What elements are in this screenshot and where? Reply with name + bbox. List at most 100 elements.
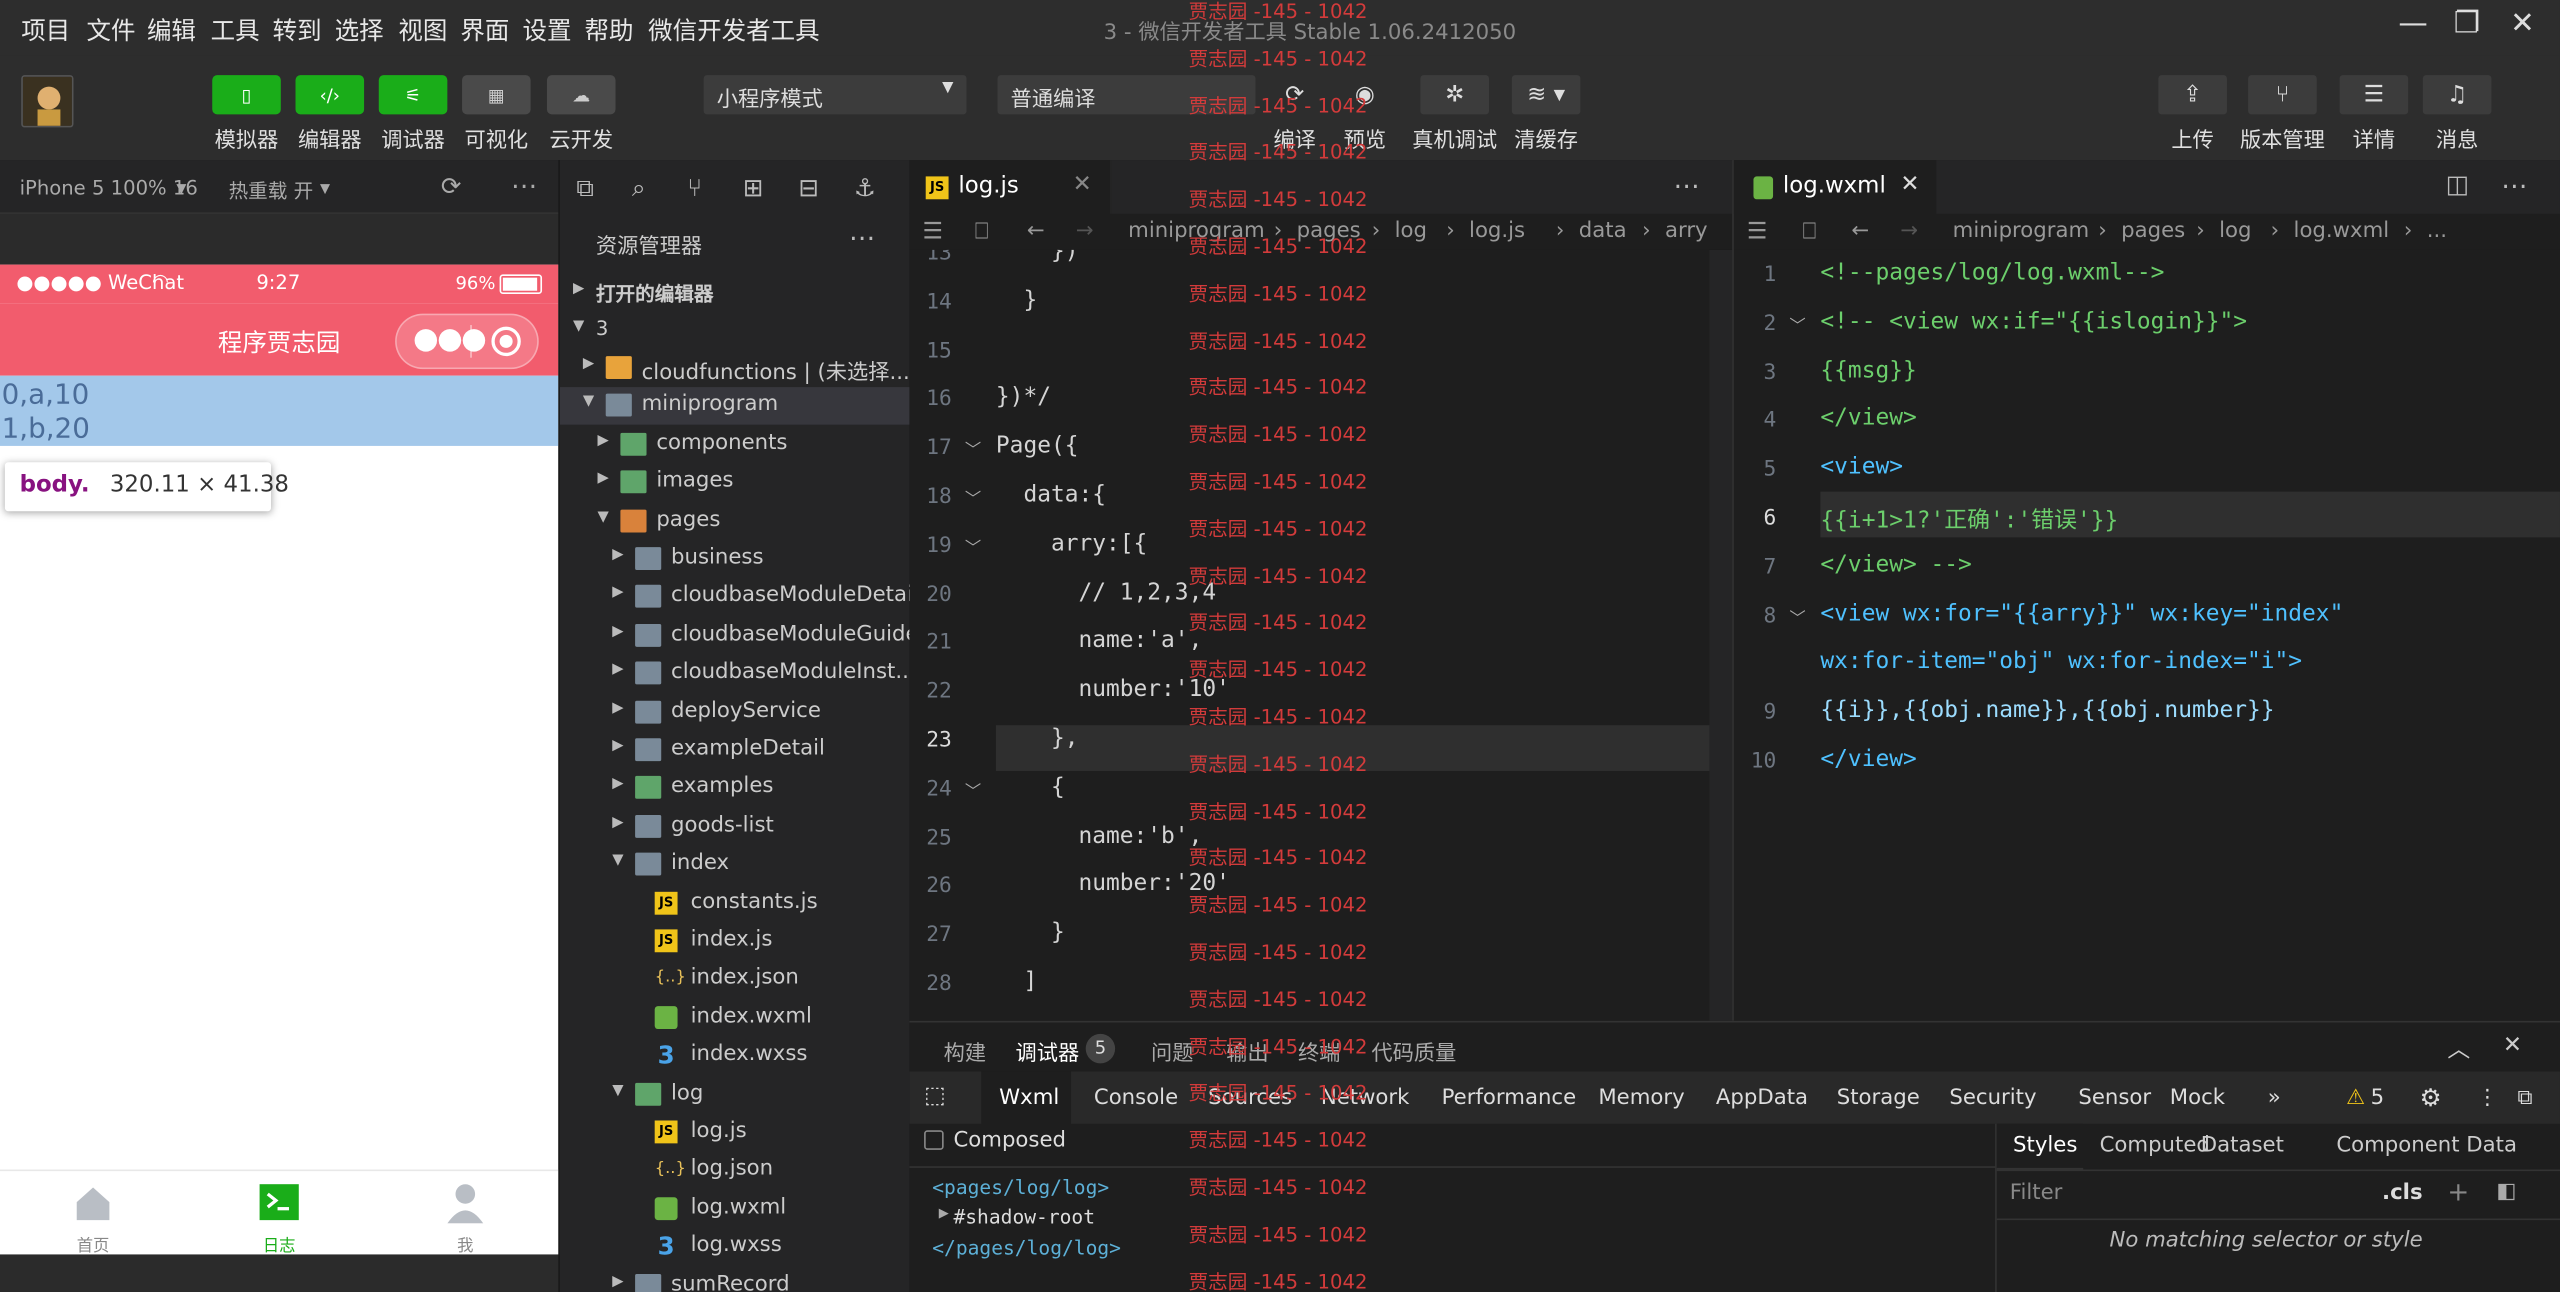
tab-log-wxml[interactable]: log.wxml ✕ — [1733, 160, 1937, 214]
tree-item[interactable]: log.wxml — [560, 1190, 911, 1228]
breadcrumb-item[interactable]: miniprogram — [1953, 219, 2090, 244]
rotate-icon[interactable]: ⟳ — [441, 172, 462, 201]
devtools-tab-console[interactable]: Console — [1094, 1086, 1178, 1111]
storage-icon[interactable]: ⊟ — [798, 173, 827, 202]
devtools-tab-appdata[interactable]: AppData — [1716, 1086, 1808, 1111]
collapse-icon[interactable]: ︿ — [2447, 1032, 2470, 1065]
fold-chevron-icon[interactable]: ﹀ — [965, 485, 981, 510]
devtools-top-tab[interactable]: 代码质量 — [1371, 1036, 1456, 1067]
user-avatar[interactable] — [21, 75, 74, 128]
open-editors-section[interactable]: ▶ 打开的编辑器 — [560, 274, 911, 312]
branch-button[interactable]: ⑂ — [2248, 75, 2317, 115]
close-icon[interactable]: ✕ — [2498, 7, 2547, 46]
menu-item[interactable]: 帮助 — [584, 13, 633, 47]
devtools-tab-wxml[interactable]: Wxml — [999, 1086, 1059, 1111]
tree-item[interactable]: ▼ log — [560, 1076, 911, 1114]
menu-item[interactable]: 工具 — [211, 13, 260, 47]
close-circle-icon[interactable] — [491, 326, 521, 357]
bookmark-icon[interactable]: ⎕ — [1802, 219, 1816, 245]
tree-item[interactable]: ▶ examples — [560, 770, 911, 808]
breadcrumb-item[interactable]: log.js — [1469, 219, 1525, 244]
tree-item[interactable]: ▶ sumRecord — [560, 1267, 911, 1292]
more-dots-icon[interactable]: ●●● — [413, 322, 487, 356]
tree-item[interactable]: ▶ cloudbaseModuleDetail — [560, 579, 911, 617]
bug-button[interactable]: ✲ — [1420, 75, 1489, 115]
layers-button[interactable]: ≋ ▾ — [1511, 75, 1581, 115]
docker-icon[interactable]: ⚓ — [854, 173, 883, 202]
menu-item[interactable]: 文件 — [87, 13, 136, 47]
outline-icon[interactable]: ☰ — [922, 219, 943, 245]
fold-chevron-icon[interactable]: ﹀ — [965, 534, 981, 558]
devtools-top-tab[interactable]: 问题 — [1151, 1036, 1193, 1067]
breadcrumb-item[interactable]: pages — [2121, 219, 2185, 244]
back-icon[interactable]: ← — [1851, 219, 1869, 244]
breadcrumb-item[interactable]: data — [1579, 219, 1627, 244]
devtools-tab-storage[interactable]: Storage — [1837, 1086, 1920, 1111]
tree-item[interactable]: ▼ pages — [560, 502, 911, 540]
more-icon[interactable]: ⋯ — [849, 222, 875, 253]
project-root[interactable]: ▼ 3 — [560, 312, 911, 350]
tree-item[interactable]: ▶ cloudfunctions | (未选择... — [560, 350, 911, 388]
fold-chevron-icon[interactable]: ﹀ — [965, 436, 981, 461]
tree-item[interactable]: JS index.js — [560, 923, 911, 961]
devtools-top-tab[interactable]: 调试器 — [1016, 1036, 1080, 1067]
tree-item[interactable]: index.wxml — [560, 999, 911, 1037]
menu-item[interactable]: 选择 — [335, 13, 384, 47]
inspect-icon[interactable]: ⬚ — [924, 1083, 946, 1109]
toggle-sidebar-icon[interactable]: ◧ — [2496, 1179, 2516, 1204]
tab-me[interactable]: 我 — [372, 1171, 558, 1256]
settings-icon[interactable]: ⚙ — [2420, 1083, 2442, 1112]
extensions-icon[interactable]: ⊞ — [743, 173, 772, 202]
styles-tab[interactable]: Component Data — [2336, 1134, 2517, 1159]
tree-item[interactable]: 3 index.wxss — [560, 1037, 911, 1075]
tree-item[interactable]: ▶ cloudbaseModuleInst... — [560, 655, 911, 693]
devtools-top-tab[interactable]: 构建 — [944, 1036, 986, 1067]
shadow-root-node[interactable]: #shadow-root — [953, 1205, 1095, 1228]
cls-button[interactable]: .cls — [2382, 1181, 2423, 1206]
menu-item[interactable]: 转到 — [273, 13, 322, 47]
tree-item[interactable]: ▶ cloudbaseModuleGuide — [560, 617, 911, 655]
styles-tab[interactable]: Styles — [2013, 1134, 2077, 1159]
phone-button[interactable]: ▯ — [212, 75, 281, 115]
tree-item[interactable]: ▶ business — [560, 541, 911, 579]
add-rule-icon[interactable]: + — [2447, 1176, 2469, 1207]
fold-chevron-icon[interactable]: ﹀ — [1789, 604, 1805, 628]
menu-item[interactable]: 编辑 — [147, 13, 196, 47]
fold-chevron-icon[interactable]: ﹀ — [1789, 312, 1805, 336]
dom-node[interactable]: </pages/log/log> — [932, 1236, 1121, 1259]
hot-reload-toggle[interactable]: 热重载 开 — [229, 176, 314, 204]
breadcrumb-item[interactable]: log.wxml — [2294, 219, 2390, 244]
devtools-tab-sensor[interactable]: Sensor — [2078, 1086, 2151, 1111]
more-icon[interactable]: ⋯ — [2501, 170, 2527, 201]
menu-item[interactable]: 界面 — [460, 13, 509, 47]
bell-button[interactable]: ♫ — [2422, 75, 2492, 115]
tab-log-js[interactable]: JS log.js ✕ — [909, 160, 1112, 214]
source-control-icon[interactable]: ⑂ — [687, 173, 716, 202]
close-icon[interactable]: ✕ — [1900, 172, 1919, 198]
styles-tab[interactable]: Dataset — [2201, 1134, 2284, 1159]
tree-item[interactable]: ▶ images — [560, 464, 911, 502]
tree-item[interactable]: {..} index.json — [560, 961, 911, 999]
tab-log[interactable]: 日志 — [186, 1171, 372, 1256]
tree-item[interactable]: JS log.js — [560, 1114, 911, 1152]
expand-icon[interactable]: ▶ — [939, 1205, 949, 1220]
dock-icon[interactable]: ⧉ — [2518, 1086, 2533, 1111]
menu-item[interactable]: 微信开发者工具 — [648, 13, 819, 47]
files-icon[interactable]: ⧉ — [576, 173, 605, 202]
layout-button[interactable]: ▦ — [462, 75, 531, 115]
devtools-tab-mock[interactable]: Mock — [2170, 1086, 2225, 1111]
tree-item[interactable]: JS constants.js — [560, 885, 911, 923]
filter-input[interactable]: Filter — [2010, 1181, 2063, 1206]
tree-item[interactable]: ▶ components — [560, 426, 911, 464]
capsule-menu[interactable]: ●●● — [395, 313, 539, 370]
menu-item[interactable]: 项目 — [21, 13, 70, 47]
fold-chevron-icon[interactable]: ﹀ — [965, 777, 981, 802]
close-icon[interactable]: ✕ — [1073, 172, 1092, 198]
minimize-icon[interactable]: — — [2389, 7, 2438, 46]
breadcrumb-item[interactable]: log — [2219, 219, 2251, 244]
split-editor-icon[interactable]: ◫ — [2446, 170, 2469, 199]
breadcrumb-item[interactable]: ... — [2427, 219, 2447, 244]
search-icon[interactable]: ⌕ — [632, 173, 661, 202]
menu-item[interactable]: 设置 — [522, 13, 571, 47]
dom-node[interactable]: <pages/log/log> — [932, 1176, 1109, 1199]
